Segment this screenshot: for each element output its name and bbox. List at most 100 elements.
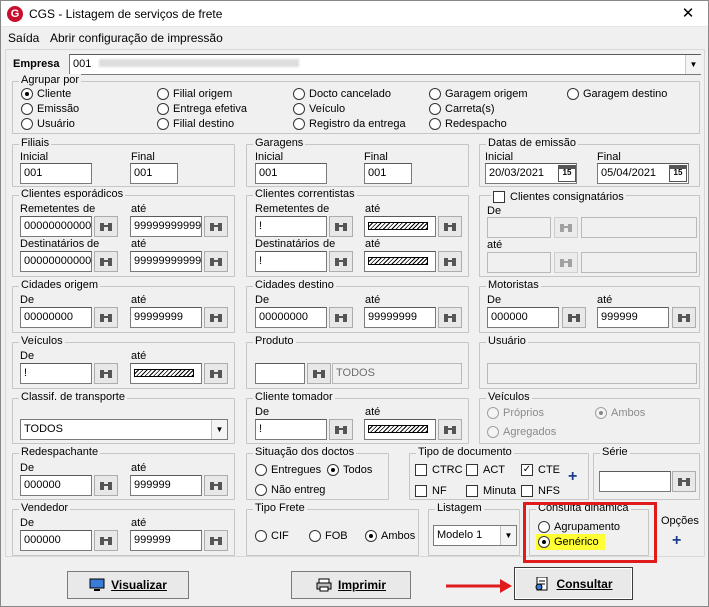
radio-garagem-destino[interactable]: Garagem destino bbox=[567, 88, 667, 100]
binoculars-icon[interactable] bbox=[204, 475, 228, 496]
binoculars-icon[interactable] bbox=[204, 216, 228, 237]
radio-filial-origem[interactable]: Filial origem bbox=[157, 88, 232, 100]
corr-dest-de-input[interactable]: ! bbox=[255, 251, 327, 272]
empresa-dropdown-arrow-icon[interactable]: ▼ bbox=[685, 55, 701, 74]
add-tipo-doc-icon[interactable]: + bbox=[568, 468, 577, 486]
radio-filial-destino[interactable]: Filial destino bbox=[157, 118, 234, 130]
binoculars-icon[interactable] bbox=[94, 216, 118, 237]
redesp-ate-input[interactable]: 999999 bbox=[130, 475, 202, 496]
consultar-button[interactable]: Consultar bbox=[514, 567, 633, 600]
chk-cte[interactable]: ✓ CTE bbox=[521, 464, 560, 476]
close-icon[interactable]: ✕ bbox=[674, 4, 702, 24]
binoculars-icon[interactable] bbox=[307, 363, 331, 384]
radio-label: Agregados bbox=[503, 426, 557, 438]
binoculars-icon[interactable] bbox=[204, 251, 228, 272]
chevron-down-icon: ▼ bbox=[500, 526, 516, 545]
garagens-final-input[interactable]: 001 bbox=[364, 163, 412, 184]
radio-carretas[interactable]: Carreta(s) bbox=[429, 103, 495, 115]
menu-saida[interactable]: Saída bbox=[8, 31, 39, 45]
calendar-icon[interactable]: 15 bbox=[669, 165, 687, 182]
dest-de-input[interactable]: 00000000000 bbox=[20, 251, 92, 272]
binoculars-icon[interactable] bbox=[329, 307, 353, 328]
radio-registro-entrega[interactable]: Registro da entrega bbox=[293, 118, 406, 130]
binoculars-icon[interactable] bbox=[438, 307, 462, 328]
radio-entrega-efetiva[interactable]: Entrega efetiva bbox=[157, 103, 247, 115]
binoculars-icon[interactable] bbox=[94, 363, 118, 384]
chk-nfs[interactable]: NFS bbox=[521, 485, 560, 497]
radio-todos[interactable]: Todos bbox=[327, 464, 372, 476]
checkbox-box bbox=[493, 191, 505, 203]
menu-config-impressao[interactable]: Abrir configuração de impressão bbox=[50, 31, 223, 45]
corr-rem-ate-input[interactable] bbox=[364, 216, 436, 237]
binoculars-icon[interactable] bbox=[94, 307, 118, 328]
empresa-select[interactable]: 001 bbox=[69, 54, 701, 75]
redesp-de-input[interactable]: 000000 bbox=[20, 475, 92, 496]
binoculars-icon[interactable] bbox=[438, 251, 462, 272]
veic-ate-input[interactable] bbox=[130, 363, 202, 384]
chk-minuta[interactable]: Minuta bbox=[466, 485, 516, 497]
radio-fob[interactable]: FOB bbox=[309, 530, 348, 542]
chk-ctrc[interactable]: CTRC bbox=[415, 464, 463, 476]
cid-dest-de-input[interactable]: 00000000 bbox=[255, 307, 327, 328]
veic-de-input[interactable]: ! bbox=[20, 363, 92, 384]
binoculars-icon[interactable] bbox=[438, 216, 462, 237]
binoculars-icon[interactable] bbox=[94, 530, 118, 551]
consignatarios-checkbox[interactable]: Clientes consignatários bbox=[491, 191, 626, 203]
radio-cliente[interactable]: Cliente bbox=[21, 88, 71, 100]
binoculars-icon[interactable] bbox=[672, 307, 696, 328]
de-label: de bbox=[323, 238, 336, 250]
filiais-final-input[interactable]: 001 bbox=[130, 163, 178, 184]
binoculars-icon[interactable] bbox=[94, 251, 118, 272]
vend-ate-input[interactable]: 999999 bbox=[130, 530, 202, 551]
cid-dest-ate-input[interactable]: 99999999 bbox=[364, 307, 436, 328]
radio-entregues[interactable]: Entregues bbox=[255, 464, 321, 476]
filiais-inicial-input[interactable]: 001 bbox=[20, 163, 92, 184]
tomador-de-input[interactable]: ! bbox=[255, 419, 327, 440]
radio-garagem-origem[interactable]: Garagem origem bbox=[429, 88, 528, 100]
imprimir-button[interactable]: Imprimir bbox=[291, 571, 411, 599]
produto-code-input[interactable] bbox=[255, 363, 305, 384]
binoculars-icon[interactable] bbox=[672, 471, 696, 492]
mot-ate-input[interactable]: 999999 bbox=[597, 307, 669, 328]
mot-de-input[interactable]: 000000 bbox=[487, 307, 559, 328]
radio-cif[interactable]: CIF bbox=[255, 530, 289, 542]
radio-emissao[interactable]: Emissão bbox=[21, 103, 79, 115]
radio-docto-cancelado[interactable]: Docto cancelado bbox=[293, 88, 391, 100]
binoculars-icon[interactable] bbox=[204, 363, 228, 384]
radio-redespacho[interactable]: Redespacho bbox=[429, 118, 507, 130]
listagem-select[interactable]: Modelo 1 ▼ bbox=[433, 525, 517, 546]
add-opcoes-icon[interactable]: + bbox=[672, 532, 681, 550]
radio-ambos-frete[interactable]: Ambos bbox=[365, 530, 415, 542]
corr-dest-ate-input[interactable] bbox=[364, 251, 436, 272]
binoculars-icon[interactable] bbox=[204, 530, 228, 551]
radio-veiculo[interactable]: Veículo bbox=[293, 103, 345, 115]
rem-de-input[interactable]: 00000000000 bbox=[20, 216, 92, 237]
binoculars-icon[interactable] bbox=[562, 307, 586, 328]
calendar-icon[interactable]: 15 bbox=[558, 165, 576, 182]
visualizar-button[interactable]: Visualizar bbox=[67, 571, 189, 599]
rem-ate-input[interactable]: 99999999999 bbox=[130, 216, 202, 237]
binoculars-icon[interactable] bbox=[329, 251, 353, 272]
garagens-inicial-input[interactable]: 001 bbox=[255, 163, 327, 184]
binoculars-icon[interactable] bbox=[94, 475, 118, 496]
radio-usuario[interactable]: Usuário bbox=[21, 118, 75, 130]
cid-orig-ate-input[interactable]: 99999999 bbox=[130, 307, 202, 328]
veiculos-tipo-legend: Veículos bbox=[486, 391, 532, 403]
tomador-ate-input[interactable] bbox=[364, 419, 436, 440]
de-label: De bbox=[487, 294, 502, 306]
tipo-frete-legend: Tipo Frete bbox=[253, 502, 307, 514]
chk-act[interactable]: ACT bbox=[466, 464, 505, 476]
binoculars-icon[interactable] bbox=[329, 419, 353, 440]
cid-orig-de-input[interactable]: 00000000 bbox=[20, 307, 92, 328]
classif-select[interactable]: TODOS ▼ bbox=[20, 419, 228, 440]
serie-input[interactable] bbox=[599, 471, 671, 492]
dest-ate-input[interactable]: 99999999999 bbox=[130, 251, 202, 272]
consig-ate-name bbox=[581, 252, 697, 273]
binoculars-icon[interactable] bbox=[329, 216, 353, 237]
vend-de-input[interactable]: 000000 bbox=[20, 530, 92, 551]
corr-rem-de-input[interactable]: ! bbox=[255, 216, 327, 237]
radio-nao-entreg[interactable]: Não entreg bbox=[255, 484, 325, 496]
chk-nf[interactable]: NF bbox=[415, 485, 447, 497]
binoculars-icon[interactable] bbox=[204, 307, 228, 328]
binoculars-icon[interactable] bbox=[438, 419, 462, 440]
